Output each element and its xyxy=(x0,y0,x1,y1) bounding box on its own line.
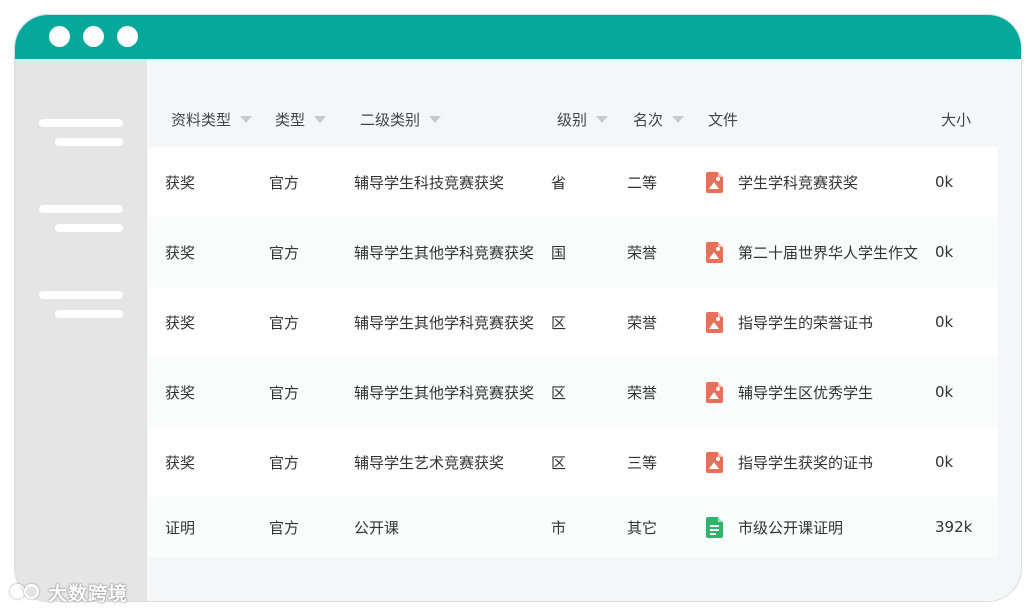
table-row[interactable]: 获奖 官方 辅导学生科技竞赛获奖 省 二等 学生学科竞赛获奖 0k xyxy=(148,147,998,217)
header-subcategory[interactable]: 二级类别 xyxy=(360,93,442,147)
cell-subcategory: 公开课 xyxy=(354,518,400,537)
window-maximize-dot[interactable] xyxy=(117,26,138,47)
sort-down-icon[interactable] xyxy=(672,116,685,123)
menu-line xyxy=(39,205,123,213)
table-row[interactable]: 获奖 官方 辅导学生其他学科竞赛获奖 区 荣誉 辅导学生区优秀学生 0k xyxy=(148,357,998,427)
cell-rank: 荣誉 xyxy=(627,313,658,332)
cell-type: 官方 xyxy=(269,243,300,262)
cell-level: 区 xyxy=(551,383,567,402)
file-name-link[interactable]: 辅导学生区优秀学生 xyxy=(738,382,873,403)
file-name-link[interactable]: 第二十届世界华人学生作文 xyxy=(738,242,918,263)
cell-subcategory: 辅导学生其他学科竞赛获奖 xyxy=(354,383,535,402)
file-name-link[interactable]: 指导学生的荣誉证书 xyxy=(738,312,873,333)
cell-subcategory: 辅导学生其他学科竞赛获奖 xyxy=(354,243,535,262)
header-material-type[interactable]: 资料类型 xyxy=(171,93,253,147)
cell-subcategory: 辅导学生科技竞赛获奖 xyxy=(354,173,505,192)
doc-file-icon xyxy=(706,516,723,538)
table-row[interactable]: 获奖 官方 辅导学生其他学科竞赛获奖 区 荣誉 指导学生的荣誉证书 0k xyxy=(148,287,998,357)
cell-file[interactable]: 辅导学生区优秀学生 xyxy=(706,357,938,427)
cell-material-type: 获奖 xyxy=(165,453,196,472)
sort-down-icon[interactable] xyxy=(314,116,327,123)
cell-rank: 二等 xyxy=(627,173,658,192)
cell-rank: 荣誉 xyxy=(627,383,658,402)
cell-file[interactable]: 市级公开课证明 xyxy=(706,497,938,557)
cell-file[interactable]: 指导学生获奖的证书 xyxy=(706,427,938,497)
image-file-icon xyxy=(706,171,723,193)
cell-type: 官方 xyxy=(269,173,300,192)
table-row[interactable]: 获奖 官方 辅导学生其他学科竞赛获奖 国 荣誉 第二十届世界华人学生作文 0k xyxy=(148,217,998,287)
cell-material-type: 证明 xyxy=(165,518,196,537)
header-level[interactable]: 级别 xyxy=(557,93,609,147)
main-content: 资料类型 类型 二级类别 级别 名次 文件 大小 获奖 官方 辅导学生科技竞赛获… xyxy=(147,59,1021,601)
image-file-icon xyxy=(706,451,723,473)
cell-rank: 三等 xyxy=(627,453,658,472)
cell-material-type: 获奖 xyxy=(165,173,196,192)
sort-down-icon[interactable] xyxy=(240,116,253,123)
cell-size: 0k xyxy=(935,313,954,331)
cell-size: 0k xyxy=(935,173,954,191)
cell-rank: 其它 xyxy=(627,518,658,537)
header-type[interactable]: 类型 xyxy=(275,93,327,147)
header-file: 文件 xyxy=(708,111,739,129)
cell-material-type: 获奖 xyxy=(165,383,196,402)
cell-type: 官方 xyxy=(269,518,300,537)
cell-subcategory: 辅导学生其他学科竞赛获奖 xyxy=(354,313,535,332)
file-name-link[interactable]: 市级公开课证明 xyxy=(738,517,843,538)
title-bar xyxy=(15,15,1021,59)
cell-subcategory: 辅导学生艺术竞赛获奖 xyxy=(354,453,505,472)
image-file-icon xyxy=(706,241,723,263)
menu-line xyxy=(55,224,123,232)
sort-down-icon[interactable] xyxy=(596,116,609,123)
header-size: 大小 xyxy=(941,111,972,129)
file-name-link[interactable]: 指导学生获奖的证书 xyxy=(738,452,873,473)
cell-file[interactable]: 学生学科竞赛获奖 xyxy=(706,147,938,217)
menu-line xyxy=(39,291,123,299)
cell-material-type: 获奖 xyxy=(165,243,196,262)
table-header: 资料类型 类型 二级类别 级别 名次 文件 大小 xyxy=(148,93,998,147)
table-body: 获奖 官方 辅导学生科技竞赛获奖 省 二等 学生学科竞赛获奖 0k 获奖 官方 … xyxy=(148,147,998,557)
image-file-icon xyxy=(706,311,723,333)
cell-file[interactable]: 第二十届世界华人学生作文 xyxy=(706,217,938,287)
cell-type: 官方 xyxy=(269,453,300,472)
cell-level: 区 xyxy=(551,453,567,472)
cell-type: 官方 xyxy=(269,383,300,402)
cell-level: 区 xyxy=(551,313,567,332)
sort-down-icon[interactable] xyxy=(429,116,442,123)
table-row[interactable]: 证明 官方 公开课 市 其它 市级公开课证明 392k xyxy=(148,497,998,557)
cell-level: 省 xyxy=(551,173,567,192)
watermark-logo: 大数跨境 xyxy=(8,578,128,606)
cell-level: 市 xyxy=(551,518,567,537)
header-rank[interactable]: 名次 xyxy=(633,93,685,147)
sidebar xyxy=(15,59,147,601)
cell-material-type: 获奖 xyxy=(165,313,196,332)
cell-size: 0k xyxy=(935,453,954,471)
app-window: 资料类型 类型 二级类别 级别 名次 文件 大小 获奖 官方 辅导学生科技竞赛获… xyxy=(14,14,1022,602)
menu-line xyxy=(39,119,123,127)
watermark-text: 大数跨境 xyxy=(48,582,129,605)
cell-file[interactable]: 指导学生的荣誉证书 xyxy=(706,287,938,357)
cell-size: 0k xyxy=(935,383,954,401)
image-file-icon xyxy=(706,381,723,403)
cell-type: 官方 xyxy=(269,313,300,332)
menu-line xyxy=(55,138,123,146)
cell-level: 国 xyxy=(551,243,567,262)
table-row[interactable]: 获奖 官方 辅导学生艺术竞赛获奖 区 三等 指导学生获奖的证书 0k xyxy=(148,427,998,497)
cell-size: 392k xyxy=(935,518,973,536)
menu-line xyxy=(55,310,123,318)
cell-size: 0k xyxy=(935,243,954,261)
file-name-link[interactable]: 学生学科竞赛获奖 xyxy=(738,172,858,193)
window-close-dot[interactable] xyxy=(49,26,70,47)
window-minimize-dot[interactable] xyxy=(83,26,104,47)
cell-rank: 荣誉 xyxy=(627,243,658,262)
watermark-rings-icon xyxy=(8,580,46,604)
